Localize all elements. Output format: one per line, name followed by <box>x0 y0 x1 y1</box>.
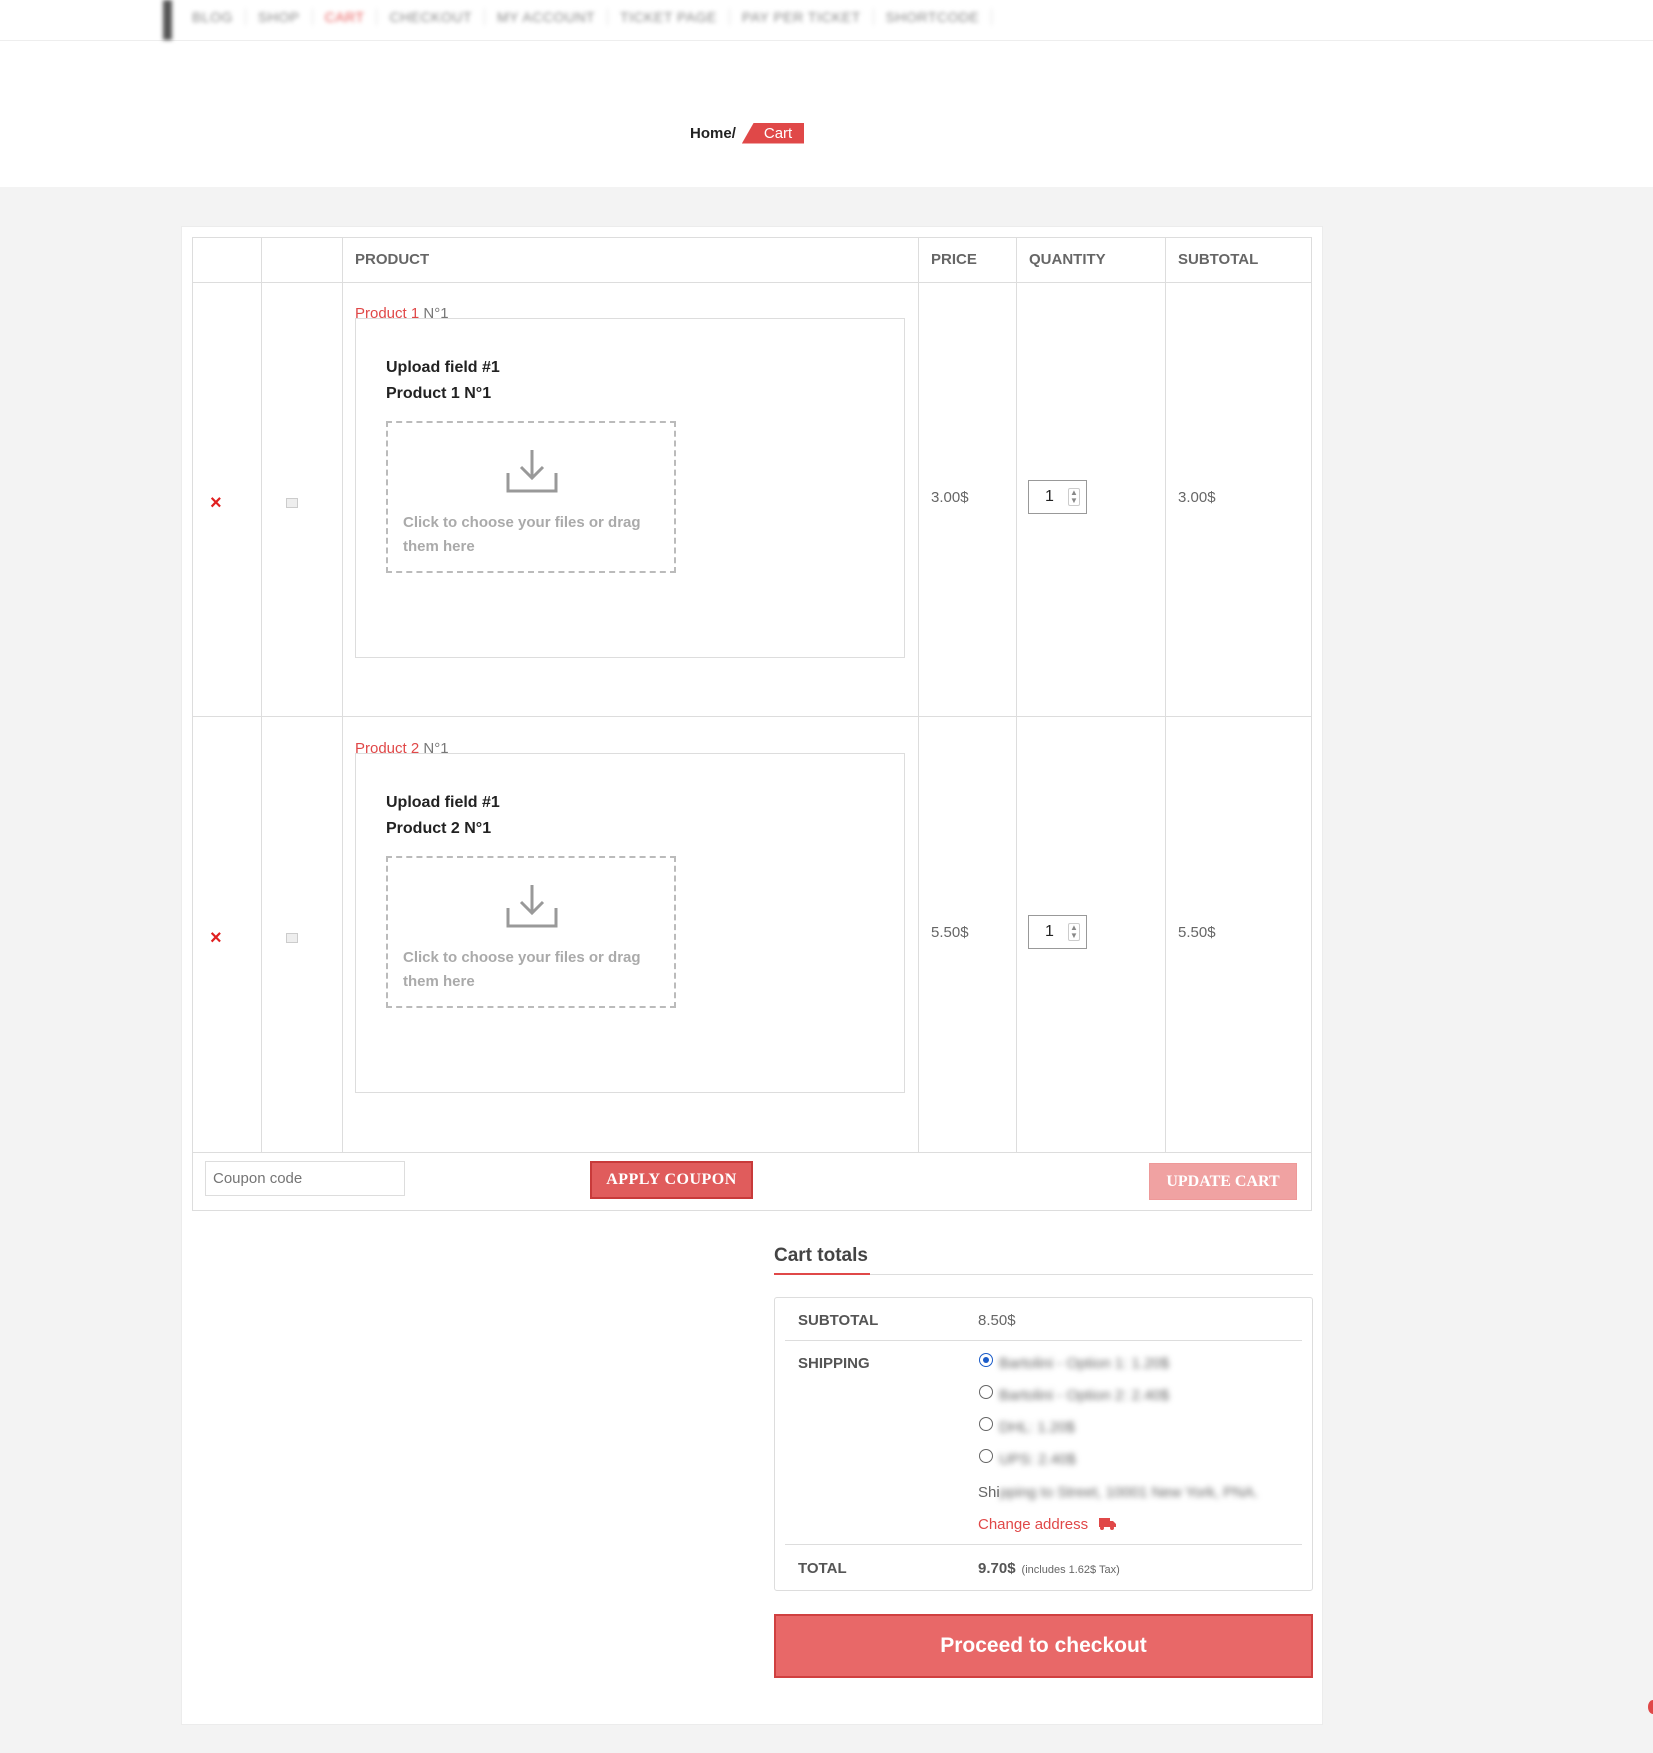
header-quantity: QUANTITY <box>1029 251 1106 268</box>
column-divider <box>342 238 343 1153</box>
row-divider <box>193 1152 1311 1153</box>
shipping-option-label[interactable]: DHL: 1.20$ <box>999 1419 1075 1436</box>
spinner-arrows-icon[interactable]: ▲ ▼ <box>1068 923 1080 941</box>
column-divider <box>918 238 919 1153</box>
shipping-option-radio[interactable] <box>979 1417 993 1431</box>
download-icon <box>506 450 558 493</box>
tax-note: (includes 1.62$ Tax) <box>1021 1564 1120 1576</box>
upload-field-label: Upload field #1 <box>386 794 500 811</box>
file-dropzone[interactable]: Click to choose your files or drag them … <box>386 856 676 1008</box>
column-divider <box>1165 238 1166 1153</box>
download-icon <box>506 885 558 928</box>
top-navigation: BLOG SHOP CART CHECKOUT MY ACCOUNT TICKE… <box>0 0 1653 41</box>
dropzone-text: Click to choose your files or drag them … <box>403 949 641 990</box>
shipping-option-radio[interactable] <box>979 1353 993 1367</box>
update-cart-button[interactable]: UPDATE CART <box>1149 1163 1297 1200</box>
shipping-option-radio[interactable] <box>979 1449 993 1463</box>
row-divider <box>193 716 1311 717</box>
quantity-value: 1 <box>1045 488 1054 505</box>
total-label: TOTAL <box>798 1560 847 1577</box>
nav-logo-bar <box>163 0 172 40</box>
header-price: PRICE <box>931 251 977 268</box>
dropzone-text: Click to choose your files or drag them … <box>403 514 641 555</box>
nav-item-ticket-page[interactable]: TICKET PAGE <box>608 9 730 25</box>
shipping-destination: Shipping to Street, 10001 New York, PNA. <box>978 1484 1259 1501</box>
shipping-option-label[interactable]: Bartolini - Option 1: 1.20$ <box>999 1355 1169 1372</box>
remove-item-icon[interactable]: × <box>210 492 222 515</box>
upload-field-panel: Upload field #1 Product 1 N°1 Click to c… <box>355 318 905 658</box>
upload-field-panel: Upload field #1 Product 2 N°1 Click to c… <box>355 753 905 1093</box>
row-divider <box>785 1544 1302 1545</box>
header-divider <box>193 282 1311 283</box>
upload-field-product: Product 2 N°1 <box>386 820 492 837</box>
header-subtotal: SUBTOTAL <box>1178 251 1259 268</box>
product-thumbnail[interactable] <box>286 933 298 943</box>
nav-item-cart[interactable]: CART <box>313 9 378 25</box>
shipping-option-radio[interactable] <box>979 1385 993 1399</box>
item-subtotal: 3.00$ <box>1178 489 1216 506</box>
breadcrumb: Home/ Cart <box>690 121 805 145</box>
breadcrumb-current: Cart <box>741 122 805 144</box>
column-divider <box>261 238 262 1153</box>
shipping-label: SHIPPING <box>798 1355 870 1372</box>
nav-item-shortcode[interactable]: SHORTCODE <box>874 9 993 25</box>
header-product: PRODUCT <box>355 251 430 268</box>
column-divider <box>1016 238 1017 1153</box>
apply-coupon-button[interactable]: APPLY COUPON <box>590 1161 753 1199</box>
shipping-option-label[interactable]: UPS: 2.40$ <box>999 1451 1076 1468</box>
quantity-value: 1 <box>1045 923 1054 940</box>
cart-totals-table: SUBTOTAL 8.50$ SHIPPING Bartolini - Opti… <box>774 1297 1313 1591</box>
proceed-to-checkout-button[interactable]: Proceed to checkout <box>774 1614 1313 1678</box>
edge-indicator <box>1648 1700 1653 1714</box>
nav-item-pay-per-ticket[interactable]: PAY PER TICKET <box>730 9 874 25</box>
item-price: 3.00$ <box>931 489 969 506</box>
truck-icon <box>1099 1518 1116 1530</box>
subtotal-value: 8.50$ <box>978 1312 1016 1329</box>
total-value: 9.70$ (includes 1.62$ Tax) <box>978 1560 1120 1577</box>
upload-field-product: Product 1 N°1 <box>386 385 492 402</box>
product-thumbnail[interactable] <box>286 498 298 508</box>
shipping-option-label[interactable]: Bartolini - Option 2: 2.40$ <box>999 1387 1169 1404</box>
subtotal-label: SUBTOTAL <box>798 1312 879 1329</box>
nav-item-my-account[interactable]: MY ACCOUNT <box>485 9 609 25</box>
quantity-stepper[interactable]: 1 ▲ ▼ <box>1028 480 1087 514</box>
quantity-stepper[interactable]: 1 ▲ ▼ <box>1028 915 1087 949</box>
spinner-arrows-icon[interactable]: ▲ ▼ <box>1068 488 1080 506</box>
nav-item-shop[interactable]: SHOP <box>246 9 313 25</box>
nav-item-blog[interactable]: BLOG <box>180 9 246 25</box>
nav-item-checkout[interactable]: CHECKOUT <box>377 9 486 25</box>
breadcrumb-home[interactable]: Home/ <box>690 125 736 142</box>
cart-totals-title: Cart totals <box>774 1245 868 1266</box>
title-accent-underline <box>774 1273 870 1275</box>
change-address-link[interactable]: Change address <box>978 1516 1088 1533</box>
row-divider <box>785 1340 1302 1341</box>
nav-menu: BLOG SHOP CART CHECKOUT MY ACCOUNT TICKE… <box>180 9 993 25</box>
item-subtotal: 5.50$ <box>1178 924 1216 941</box>
remove-item-icon[interactable]: × <box>210 927 222 950</box>
item-price: 5.50$ <box>931 924 969 941</box>
file-dropzone[interactable]: Click to choose your files or drag them … <box>386 421 676 573</box>
cart-table: PRODUCT PRICE QUANTITY SUBTOTAL × Produc… <box>192 237 1312 1211</box>
coupon-code-input[interactable] <box>205 1161 405 1196</box>
upload-field-label: Upload field #1 <box>386 359 500 376</box>
